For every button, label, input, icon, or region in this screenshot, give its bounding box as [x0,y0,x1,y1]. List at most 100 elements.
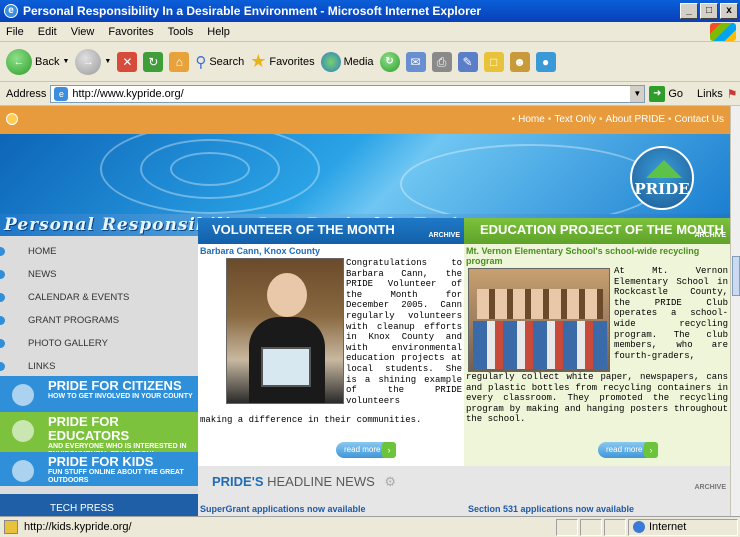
bullet-icon [0,362,5,371]
vertical-scrollbar[interactable] [730,106,740,516]
go-arrow-icon: ➜ [649,85,666,102]
certificate-shape [261,347,311,387]
face-shape [267,273,307,317]
education-archive-link[interactable]: ARCHIVE [694,232,726,239]
news-heading: PRIDE'S HEADLINE NEWS ⚙ [212,474,397,489]
top-strip: • Home • Text Only • About PRIDE • Contact U… [0,106,730,134]
media-icon [320,51,341,72]
address-label: Address [6,87,47,100]
forward-button[interactable]: → ▼ [75,48,112,75]
status-zone: Internet [628,518,738,536]
chevron-down-icon: ▼ [104,58,112,65]
address-bar: Address e http://www.kypride.org/ ▼ ➜ Go… [0,82,740,106]
volunteer-archive-link[interactable]: ARCHIVE [428,232,460,239]
menu-bar: File Edit View Favorites Tools Help [0,22,740,42]
education-text-end: regularly collect white paper, newspaper… [466,372,728,425]
stop-icon[interactable]: ✕ [117,51,138,72]
menu-favorites[interactable]: Favorites [108,26,153,38]
menu-tools[interactable]: Tools [168,26,194,38]
nav-item-home[interactable]: HOME [0,240,198,263]
education-section: Mt. Vernon Elementary School's school-wi… [464,244,730,466]
volunteer-heading: VOLUNTEER OF THE MONTH [212,222,395,237]
bullet-icon [0,316,5,325]
minimize-icon[interactable]: _ [680,3,698,19]
volunteer-text: Congratulations to Barbara Cann, the PRI… [346,258,462,406]
edit-icon[interactable]: ✎ [457,51,478,72]
nav-item-grant-programs[interactable]: GRANT PROGRAMS [0,309,198,332]
link-contact-us[interactable]: Contact Us [675,114,724,125]
page-icon: e [54,86,69,101]
close-icon[interactable]: x [720,3,738,19]
favorites-button[interactable]: ★ Favorites [250,51,314,72]
link-home[interactable]: Home [518,114,545,125]
windows-logo-icon [710,23,736,41]
scrollbar-thumb[interactable] [732,256,740,296]
web-page: • Home • Text Only • About PRIDE • Contact U… [0,106,730,516]
pride-logo[interactable]: PRIDE [630,146,694,210]
chevron-right-icon: › [382,442,396,458]
promo-educators[interactable]: PRIDE FOR EDUCATORS AND EVERYONE WHO IS … [0,412,198,458]
education-header: EDUCATION PROJECT OF THE MONTH ARCHIVE [464,218,730,244]
education-subtitle[interactable]: Mt. Vernon Elementary School's school-wi… [464,244,730,266]
home-icon[interactable]: ⌂ [169,51,190,72]
chevron-down-icon[interactable]: ▼ [630,85,645,102]
water-ripple [170,152,250,186]
left-nav: HOME NEWS CALENDAR & EVENTS GRANT PROGRA… [0,236,198,516]
top-links: • Home • Text Only • About PRIDE • Contact U… [511,114,724,125]
bullet-icon [0,293,5,302]
search-icon: ⚲ [195,53,207,71]
nav-item-news[interactable]: NEWS [0,263,198,286]
menu-edit[interactable]: Edit [38,26,57,38]
swirl-icon [12,460,34,482]
tech-press-link[interactable]: TECH PRESS [0,494,198,516]
status-url: http://kids.kypride.org/ [24,521,132,533]
link-text-only[interactable]: Text Only [554,114,596,125]
kids-row-shape [477,289,603,319]
promo-citizens[interactable]: PRIDE FOR CITIZENS HOW TO GET INVOLVED I… [0,376,198,412]
bullet-icon [0,247,5,256]
banner: PRIDE [0,134,730,214]
promo-kids[interactable]: PRIDE FOR KIDS FUN STUFF ONLINE ABOUT TH… [0,452,198,486]
menu-file[interactable]: File [6,26,24,38]
links-button[interactable]: Links [697,88,723,100]
nav-item-links[interactable]: LINKS [0,355,198,378]
messenger-icon[interactable]: ☻ [509,51,530,72]
bullet-icon [0,270,5,279]
mail-icon[interactable]: ✉ [405,51,426,72]
news-item-supergrant[interactable]: SuperGrant applications now available [200,504,366,514]
menu-view[interactable]: View [71,26,95,38]
status-segment [604,518,626,536]
bullet-icon [0,339,5,348]
maximize-icon[interactable]: □ [700,3,718,19]
volunteer-header: VOLUNTEER OF THE MONTH ARCHIVE [198,218,464,244]
window-title-bar: e Personal Responsibility In a Desirable… [0,0,740,22]
news-item-section-531[interactable]: Section 531 applications now available [468,504,634,514]
sun-icon [6,113,18,125]
volunteer-photo [226,258,344,404]
search-button[interactable]: ⚲ Search [195,53,244,71]
refresh-icon[interactable]: ↻ [143,51,164,72]
print-icon[interactable]: ⎙ [431,51,452,72]
mountain-icon [646,160,682,178]
address-input[interactable]: e http://www.kypride.org/ ▼ [50,84,646,103]
history-icon[interactable]: ↻ [379,51,400,72]
ie-logo-icon: e [4,4,18,18]
media-button[interactable]: Media [320,51,374,72]
volunteer-text-end: making a difference in their communities… [200,415,422,425]
nav-item-calendar[interactable]: CALENDAR & EVENTS [0,286,198,309]
go-button[interactable]: ➜ Go [649,85,683,102]
nav-item-photo-gallery[interactable]: PHOTO GALLERY [0,332,198,355]
volunteer-read-more-button[interactable]: read more › [336,442,396,458]
folder-icon[interactable]: □ [483,51,504,72]
discuss-icon[interactable]: ● [535,51,556,72]
globe-icon [633,521,645,533]
back-button[interactable]: ← Back ▼ [6,48,70,75]
menu-help[interactable]: Help [207,26,230,38]
link-about-pride[interactable]: About PRIDE [606,114,665,125]
news-archive-link[interactable]: ARCHIVE [694,484,726,491]
volunteer-name[interactable]: Barbara Cann, Knox County [198,244,464,256]
education-read-more-button[interactable]: read more › [598,442,658,458]
links-icon[interactable]: ⚑ [727,87,738,101]
swirl-icon [12,420,34,442]
chevron-down-icon: ▼ [62,58,70,65]
